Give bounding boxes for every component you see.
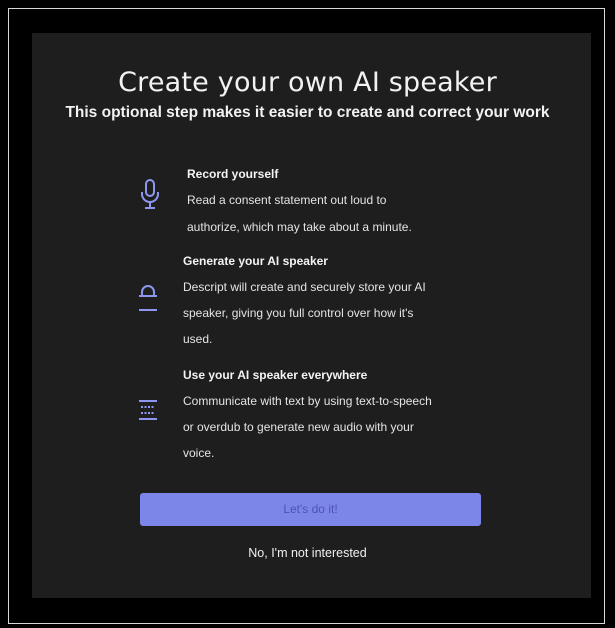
dialog-subtitle: This optional step makes it easier to cr… — [65, 104, 550, 121]
feature-text-line: Communicate with text by using text-to-s… — [183, 394, 432, 408]
feature-text-line: Descript will create and securely store … — [183, 280, 426, 294]
feature-text-line: speaker, giving you full control over ho… — [183, 306, 414, 320]
voice-speaker-icon — [139, 285, 157, 311]
feature-text-line: authorize, which may take about a minute… — [187, 220, 412, 234]
lets-do-it-button[interactable]: Let's do it! — [140, 493, 481, 526]
microphone-icon — [141, 179, 159, 209]
feature-text-line: Read a consent statement out loud to — [187, 193, 387, 207]
feature-heading: Generate your AI speaker — [183, 254, 328, 268]
feature-heading: Record yourself — [187, 167, 279, 181]
text-lines-icon — [139, 400, 157, 420]
feature-text-line: voice. — [183, 446, 215, 460]
not-interested-link[interactable]: No, I'm not interested — [0, 546, 615, 560]
feature-text-line: used. — [183, 332, 213, 346]
feature-heading: Use your AI speaker everywhere — [183, 368, 368, 382]
dialog-title: Create your own AI speaker — [118, 67, 497, 98]
feature-text-line: or overdub to generate new audio with yo… — [183, 420, 414, 434]
